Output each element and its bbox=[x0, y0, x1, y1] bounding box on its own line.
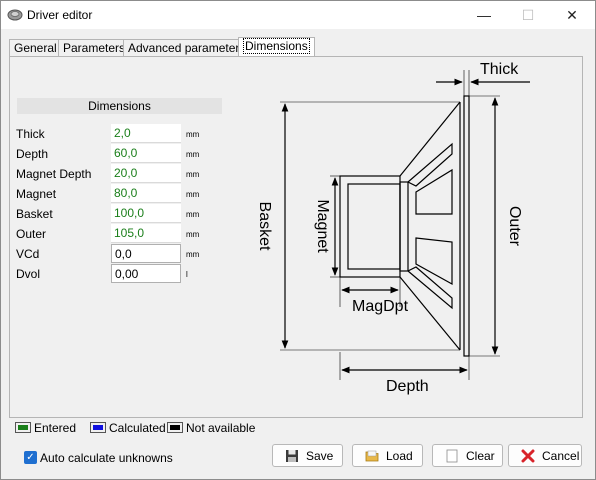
dvol-unit: l bbox=[186, 270, 188, 279]
tab-dimensions[interactable]: Dimensions bbox=[238, 37, 315, 56]
depth-unit: mm bbox=[186, 150, 200, 159]
basket-diagram-label: Basket bbox=[256, 202, 273, 251]
save-button-label: Save bbox=[306, 449, 334, 463]
outer-unit: mm bbox=[186, 230, 200, 239]
pole-plate-shape bbox=[399, 181, 409, 272]
magnet-core-shape bbox=[347, 183, 401, 270]
load-button[interactable]: Load bbox=[352, 444, 423, 467]
magnet-field[interactable]: 80,0 bbox=[111, 184, 181, 203]
save-icon bbox=[286, 450, 298, 462]
load-button-label: Load bbox=[386, 449, 413, 463]
thick-field[interactable]: 2,0 bbox=[111, 124, 181, 143]
vcd-label: VCd bbox=[16, 247, 40, 261]
upper-window-shape bbox=[415, 168, 453, 215]
basket-unit: mm bbox=[186, 210, 200, 219]
thick-unit: mm bbox=[186, 130, 200, 139]
auto-calculate-label: Auto calculate unknowns bbox=[40, 451, 173, 465]
folder-icon bbox=[365, 450, 379, 462]
cancel-button-label: Cancel bbox=[542, 449, 580, 463]
lower-spoke-shape bbox=[406, 266, 453, 310]
not-available-swatch bbox=[167, 422, 183, 433]
magnet-body-shape bbox=[339, 175, 401, 278]
dimensions-panel: Dimensions Thick 2,0 mm Depth 60,0 mm Ma… bbox=[9, 56, 583, 418]
thick-diagram-label: Thick bbox=[480, 62, 519, 78]
depth-field[interactable]: 60,0 bbox=[111, 144, 181, 163]
basket-field[interactable]: 100,0 bbox=[111, 204, 181, 223]
close-button[interactable]: ✕ bbox=[550, 1, 594, 29]
calculated-swatch bbox=[90, 422, 106, 433]
depth-diagram-label: Depth bbox=[386, 378, 429, 395]
dvol-field[interactable]: 0,00 bbox=[111, 264, 181, 283]
maximize-button: ☐ bbox=[506, 1, 550, 29]
window-title: Driver editor bbox=[27, 8, 93, 22]
cancel-x-icon bbox=[521, 449, 535, 463]
clear-button[interactable]: Clear bbox=[432, 444, 503, 467]
magnet-depth-label: Magnet Depth bbox=[16, 167, 92, 181]
magnet-diagram-label: Magnet bbox=[314, 199, 331, 253]
tab-general[interactable]: General bbox=[9, 39, 62, 56]
outer-diagram-label: Outer bbox=[506, 206, 523, 247]
thick-label: Thick bbox=[16, 127, 45, 141]
magnet-label: Magnet bbox=[16, 187, 57, 201]
close-icon: ✕ bbox=[566, 7, 578, 23]
upper-spoke-shape bbox=[406, 142, 453, 187]
title-bar: Driver editor — ☐ ✕ bbox=[1, 1, 595, 29]
magnet-depth-unit: mm bbox=[186, 170, 200, 179]
speaker-app-icon bbox=[7, 9, 23, 21]
depth-label: Depth bbox=[16, 147, 49, 161]
dimensions-section-header: Dimensions bbox=[17, 98, 222, 114]
outer-field[interactable]: 105,0 bbox=[111, 224, 181, 243]
minimize-button[interactable]: — bbox=[462, 1, 506, 29]
not-available-legend-label: Not available bbox=[186, 421, 256, 435]
vcd-field[interactable]: 0,0 bbox=[111, 244, 181, 263]
basket-label: Basket bbox=[16, 207, 53, 221]
dvol-label: Dvol bbox=[16, 267, 41, 281]
magnet-depth-field[interactable]: 20,0 bbox=[111, 164, 181, 183]
cancel-button[interactable]: Cancel bbox=[508, 444, 582, 467]
tab-parameters[interactable]: Parameters bbox=[58, 39, 131, 56]
front-plate-shape bbox=[463, 95, 470, 357]
magdpt-diagram-label: MagDpt bbox=[352, 298, 409, 315]
auto-calculate-checkbox[interactable]: ✓ bbox=[24, 451, 37, 464]
entered-legend-label: Entered bbox=[34, 421, 77, 435]
magnet-unit: mm bbox=[186, 190, 200, 199]
outer-label: Outer bbox=[16, 227, 47, 241]
basket-lower-edge bbox=[399, 276, 461, 351]
minimize-icon: — bbox=[477, 7, 491, 23]
lower-window-shape bbox=[415, 237, 453, 286]
entered-swatch bbox=[15, 422, 31, 433]
maximize-icon: ☐ bbox=[521, 7, 535, 23]
driver-editor-window: Driver editor — ☐ ✕ General Parameters A… bbox=[0, 0, 596, 480]
vcd-unit: mm bbox=[186, 250, 200, 259]
clear-button-label: Clear bbox=[466, 449, 495, 463]
tab-advanced-parameters[interactable]: Advanced parameters bbox=[123, 39, 251, 56]
calculated-legend-label: Calculated bbox=[109, 421, 166, 435]
speaker-dimensions-diagram: Thick Basket Magnet Outer MagDpt Depth bbox=[256, 62, 530, 395]
save-button[interactable]: Save bbox=[272, 444, 343, 467]
blank-page-icon bbox=[446, 449, 458, 463]
basket-upper-edge bbox=[399, 101, 461, 177]
